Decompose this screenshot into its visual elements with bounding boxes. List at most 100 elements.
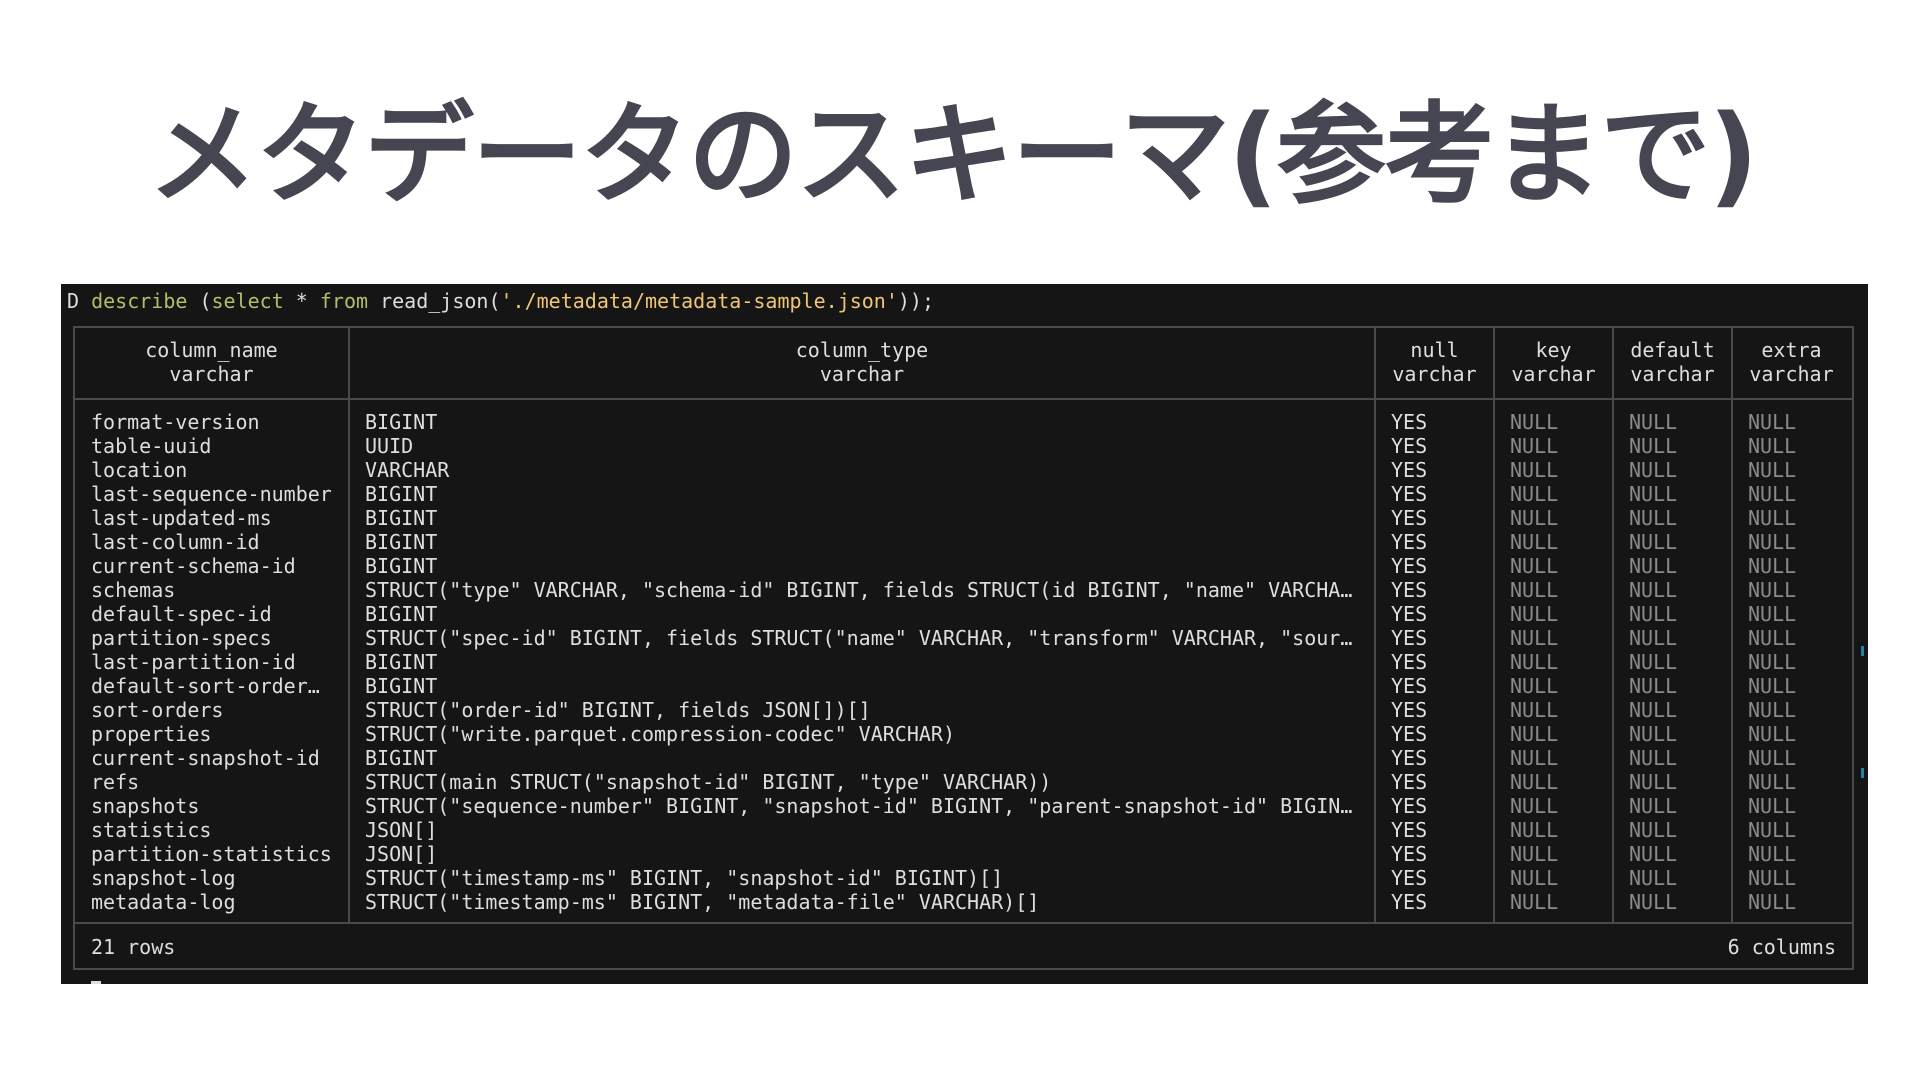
table-cell: partition-specs: [91, 626, 272, 650]
table-cell: NULL: [1748, 842, 1797, 866]
table-cell: NULL: [1510, 890, 1559, 914]
header-column-name: column_name varchar: [145, 338, 278, 386]
header-column-type: column_type varchar: [795, 338, 929, 386]
column-count: 6 columns: [1727, 935, 1836, 959]
table-cell: YES: [1391, 410, 1428, 434]
column-divider: [1493, 328, 1495, 922]
table-cell: NULL: [1748, 554, 1797, 578]
table-cell: NULL: [1510, 866, 1559, 890]
table-cell: NULL: [1510, 770, 1559, 794]
table-cell: NULL: [1510, 434, 1559, 458]
paren-open: (: [187, 289, 212, 313]
scroll-marker: [1861, 768, 1864, 778]
table-cell: NULL: [1748, 650, 1797, 674]
result-table: column_name varchar column_type varchar …: [73, 326, 1854, 970]
table-cell: NULL: [1748, 482, 1797, 506]
table-cell: YES: [1391, 794, 1428, 818]
table-cell: YES: [1391, 650, 1428, 674]
table-cell: STRUCT("type" VARCHAR, "schema-id" BIGIN…: [365, 578, 1353, 602]
header-default: default varchar: [1630, 338, 1715, 386]
table-cell: snapshots: [91, 794, 200, 818]
table-cell: last-partition-id: [91, 650, 296, 674]
paren-close: ));: [897, 289, 934, 313]
table-cell: BIGINT: [365, 410, 438, 434]
table-cell: NULL: [1629, 506, 1678, 530]
keyword-describe: describe: [91, 289, 188, 313]
table-cell: location: [91, 458, 188, 482]
table-cell: format-version: [91, 410, 260, 434]
table-cell: NULL: [1748, 410, 1797, 434]
table-cell: NULL: [1748, 794, 1797, 818]
table-cell: current-schema-id: [91, 554, 296, 578]
row-count: 21 rows: [91, 935, 176, 959]
table-cell: NULL: [1510, 530, 1559, 554]
scroll-marker: [1861, 646, 1864, 656]
table-cell: NULL: [1629, 650, 1678, 674]
table-cell: NULL: [1629, 554, 1678, 578]
table-cell: BIGINT: [365, 650, 438, 674]
table-cell: properties: [91, 722, 212, 746]
column-divider: [348, 328, 350, 922]
table-cell: NULL: [1629, 626, 1678, 650]
table-cell: default-sort-order…: [91, 674, 320, 698]
table-cell: YES: [1391, 458, 1428, 482]
table-cell: NULL: [1629, 410, 1678, 434]
table-cell: VARCHAR: [365, 458, 450, 482]
table-cell: YES: [1391, 434, 1428, 458]
keyword-from: from: [319, 289, 369, 313]
table-cell: NULL: [1748, 770, 1797, 794]
table-cell: NULL: [1510, 722, 1559, 746]
table-cell: NULL: [1748, 434, 1797, 458]
keyword-select: select: [211, 289, 284, 313]
table-cell: NULL: [1748, 746, 1797, 770]
table-cell: NULL: [1510, 482, 1559, 506]
slide-title: メタデータのスキーマ(参考まで): [148, 91, 1759, 219]
table-cell: NULL: [1629, 482, 1678, 506]
table-cell: YES: [1391, 602, 1428, 626]
column-divider: [1731, 328, 1733, 922]
command-line: D describe (select * from read_json('./m…: [67, 289, 934, 313]
header-divider: [75, 398, 1852, 400]
header-null: null varchar: [1392, 338, 1477, 386]
table-cell: NULL: [1629, 458, 1678, 482]
null-cells: YES YES YES YES YES YES YES YES YES YES YES YES YES Y…: [1391, 410, 1427, 914]
table-cell: NULL: [1748, 530, 1797, 554]
table-cell: NULL: [1629, 866, 1678, 890]
terminal-window[interactable]: D describe (select * from read_json('./m…: [61, 284, 1868, 984]
terminal-cursor: [91, 981, 101, 984]
table-cell: YES: [1391, 722, 1428, 746]
table-cell: STRUCT("sequence-number" BIGINT, "snapsh…: [365, 794, 1353, 818]
table-cell: NULL: [1629, 722, 1678, 746]
table-cell: UUID: [365, 434, 414, 458]
column-type-cells: BIGINT UUID VARCHAR BIGINT BIGINT BIGINT BIGIN…: [365, 410, 1352, 914]
table-cell: NULL: [1748, 698, 1797, 722]
table-cell: NULL: [1748, 602, 1797, 626]
column-divider: [1374, 328, 1376, 922]
table-cell: NULL: [1748, 890, 1797, 914]
table-cell: BIGINT: [365, 554, 438, 578]
table-cell: NULL: [1510, 746, 1559, 770]
table-cell: JSON[]: [365, 842, 438, 866]
table-cell: default-spec-id: [91, 602, 272, 626]
column-divider: [1612, 328, 1614, 922]
table-cell: NULL: [1629, 794, 1678, 818]
table-cell: BIGINT: [365, 506, 438, 530]
table-cell: BIGINT: [365, 746, 438, 770]
table-cell: last-updated-ms: [91, 506, 272, 530]
table-cell: NULL: [1510, 410, 1559, 434]
table-cell: STRUCT("order-id" BIGINT, fields JSON[])…: [365, 698, 871, 722]
table-cell: NULL: [1748, 818, 1797, 842]
table-cell: STRUCT("timestamp-ms" BIGINT, "metadata-…: [365, 890, 1040, 914]
table-cell: NULL: [1629, 770, 1678, 794]
table-cell: STRUCT("write.parquet.compression-codec"…: [365, 722, 956, 746]
table-cell: NULL: [1629, 434, 1678, 458]
table-cell: metadata-log: [91, 890, 236, 914]
table-cell: NULL: [1510, 698, 1559, 722]
table-cell: NULL: [1510, 626, 1559, 650]
table-cell: NULL: [1629, 674, 1678, 698]
table-cell: NULL: [1629, 530, 1678, 554]
table-cell: partition-statistics: [91, 842, 332, 866]
table-cell: NULL: [1510, 842, 1559, 866]
table-cell: BIGINT: [365, 530, 438, 554]
json-path-string: './metadata/metadata-sample.json': [500, 289, 898, 313]
